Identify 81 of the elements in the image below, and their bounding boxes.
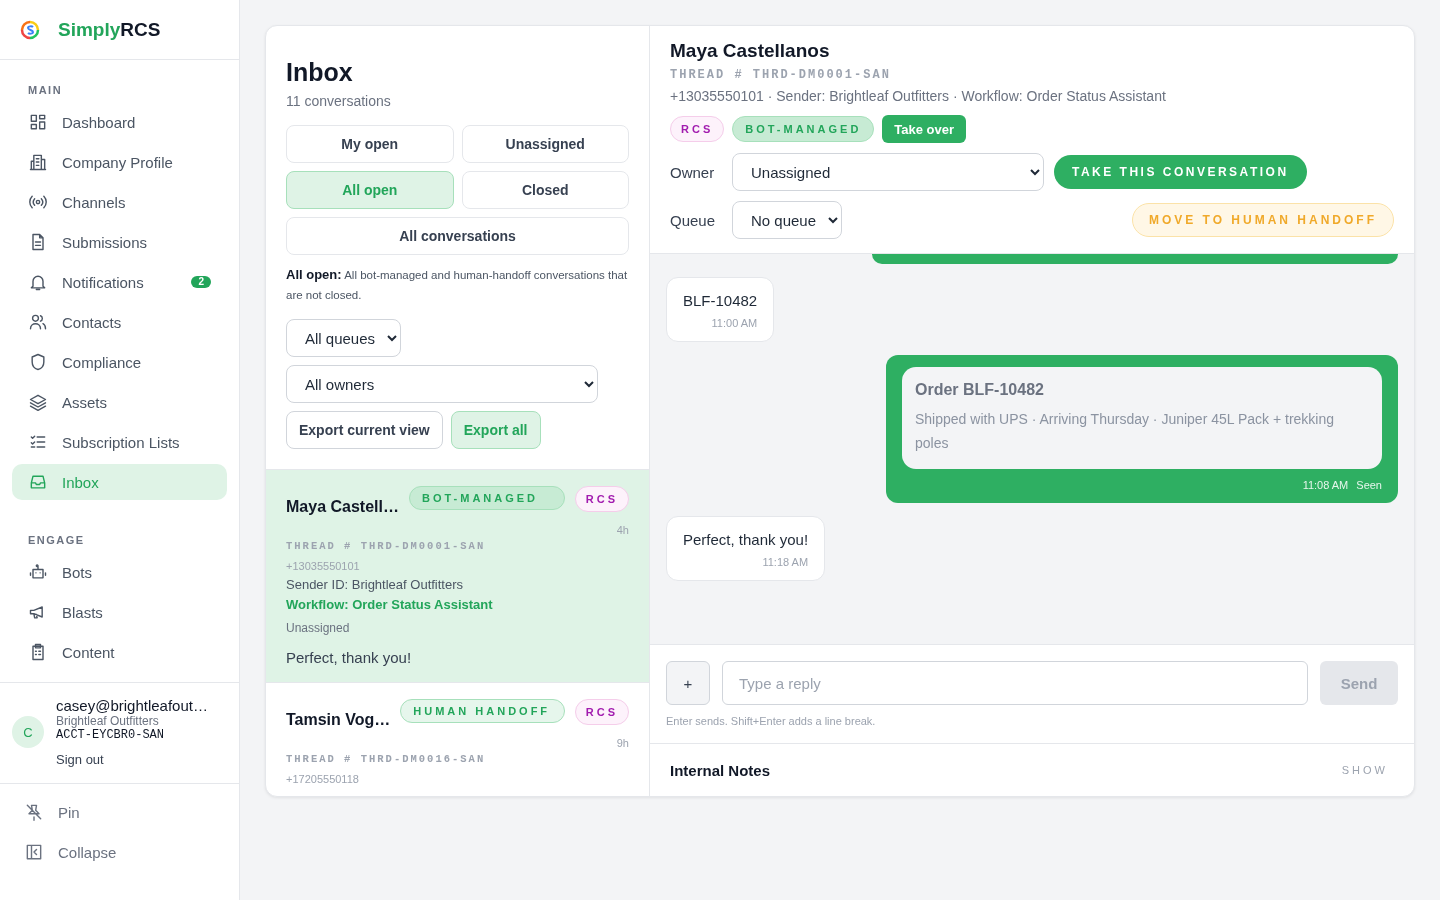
pin-off-icon <box>24 802 44 822</box>
building-icon <box>28 152 48 172</box>
sidebar-item[interactable]: Blasts <box>12 594 227 630</box>
thread-id: THREAD # THRD-DM0001-SAN <box>670 68 892 82</box>
sidebar-item[interactable]: Channels <box>12 184 227 220</box>
people-icon <box>28 312 48 332</box>
contact-name: Maya Castellanos <box>670 40 831 62</box>
sidebar-item[interactable]: Dashboard <box>12 104 227 140</box>
thread-id: THREAD # THRD-DM0001-SAN <box>286 540 487 552</box>
sidebar-item[interactable]: Subscription Lists <box>12 424 227 460</box>
channel-badge: RCS <box>574 699 629 725</box>
collapse-icon <box>24 842 44 862</box>
account-id: ACCT-EYCBR0-SAN <box>56 728 166 742</box>
organization-name: Brightleaf Outfitters <box>56 714 160 728</box>
section-title: Internal Notes <box>670 761 771 779</box>
queue-select[interactable]: All queues <box>286 319 401 357</box>
owner-label: Unassigned <box>286 621 351 635</box>
filter-description: All open: All bot-managed and human-handoff conversations that are not closed. <box>286 266 629 303</box>
conversation-details: +13035550101 · Sender: Brightleaf Outfitters · Workflow: Order Status Assistant <box>670 88 1167 104</box>
conversation-count: 11 conversations <box>286 93 391 109</box>
sidebar-item[interactable]: Assets <box>12 384 227 420</box>
sign-out-link[interactable]: Sign out <box>56 752 104 767</box>
inbox-icon <box>28 472 48 492</box>
time-label: 4h <box>616 524 629 536</box>
layers-icon <box>28 392 48 412</box>
sidebar-item[interactable]: Pin <box>12 794 227 830</box>
owner-select[interactable]: Unassigned <box>732 153 1044 191</box>
filter-tab[interactable]: Closed <box>461 171 629 209</box>
section-heading: MAIN <box>27 83 64 98</box>
sender-id: Sender ID: Brightleaf Outfitters <box>286 577 465 592</box>
phone-number: +17205550118 <box>286 773 360 785</box>
card-text: Shipped with UPS · Arriving Thursday · Juniper 45L Pack + trekking poles <box>915 410 1336 453</box>
status-badge: BOT-MANAGED <box>408 486 565 510</box>
reply-input[interactable]: Type a reply <box>722 661 1308 705</box>
brand-name: SimplyRCS <box>58 18 161 41</box>
robot-icon <box>28 562 48 582</box>
queue-select[interactable]: No queue <box>732 201 842 239</box>
filter-tab[interactable]: Unassigned <box>461 125 629 163</box>
sidebar-item[interactable]: Company Profile <box>12 144 227 180</box>
sidebar-item[interactable]: Content <box>12 634 227 670</box>
sidebar-item[interactable]: Submissions <box>12 224 227 260</box>
sidebar-item[interactable]: Contacts <box>12 304 227 340</box>
thread-id: THREAD # THRD-DM0016-SAN <box>286 753 487 765</box>
message-text: Perfect, thank you! <box>683 531 809 548</box>
queue-label: Queue <box>670 211 717 229</box>
user-email: casey@brightleafout… <box>56 697 208 714</box>
message-time: 11:00 AM <box>711 317 758 329</box>
sidebar-item[interactable]: Collapse <box>12 834 227 870</box>
message-time: 11:08 AM <box>1302 479 1349 491</box>
sidebar-item[interactable]: Compliance <box>12 344 227 380</box>
message-time: 11:18 AM <box>762 556 809 568</box>
read-receipt: Seen <box>1356 479 1382 491</box>
avatar: C <box>12 716 44 748</box>
message-preview: Perfect, thank you! <box>286 649 413 666</box>
filter-tab[interactable]: All conversations <box>286 217 629 255</box>
grid-icon <box>28 112 48 132</box>
conversation-item[interactable]: Tamsin Vog… HUMAN HANDOFF RCS 9h THREAD # THRD-DM0016-SAN +17205550118 <box>266 683 649 796</box>
export-button[interactable]: Export current view <box>286 411 443 449</box>
message-text: BLF-10482 <box>683 292 758 309</box>
page-title: Inbox <box>286 58 353 87</box>
sidebar-item[interactable]: Notifications 2 <box>12 264 227 300</box>
filter-tab[interactable]: My open <box>286 125 454 163</box>
workflow-name: Workflow: Order Status Assistant <box>286 597 494 612</box>
contact-name: Maya Castell… <box>286 498 399 516</box>
card-title: Order BLF-10482 <box>915 381 1045 399</box>
count-badge: 2 <box>191 276 211 288</box>
phone-number: +13035550101 <box>286 560 361 572</box>
owner-select[interactable]: All owners <box>286 365 598 403</box>
owner-label: Owner <box>670 163 716 181</box>
time-label: 9h <box>616 737 629 749</box>
sidebar-item[interactable]: Bots <box>12 554 227 590</box>
conversation-item[interactable]: Maya Castell… BOT-MANAGED RCS 4h THREAD # THRD-DM0001-SAN +13035550101 Sender ID: Brightleaf Outfitters Workflow: Order Status Assistant Unassigned Perfect, thank you! <box>266 470 649 683</box>
shield-icon <box>28 352 48 372</box>
contact-name: Tamsin Vog… <box>286 711 391 729</box>
attach-button[interactable]: + <box>666 661 710 705</box>
channel-badge: RCS <box>670 116 725 142</box>
channel-badge: RCS <box>574 486 629 512</box>
section-heading: ENGAGE <box>27 533 86 548</box>
status-badge: HUMAN HANDOFF <box>400 699 565 723</box>
composer-hint: Enter sends. Shift+Enter adds a line break. <box>666 715 877 727</box>
status-badge: BOT-MANAGED <box>732 116 875 142</box>
